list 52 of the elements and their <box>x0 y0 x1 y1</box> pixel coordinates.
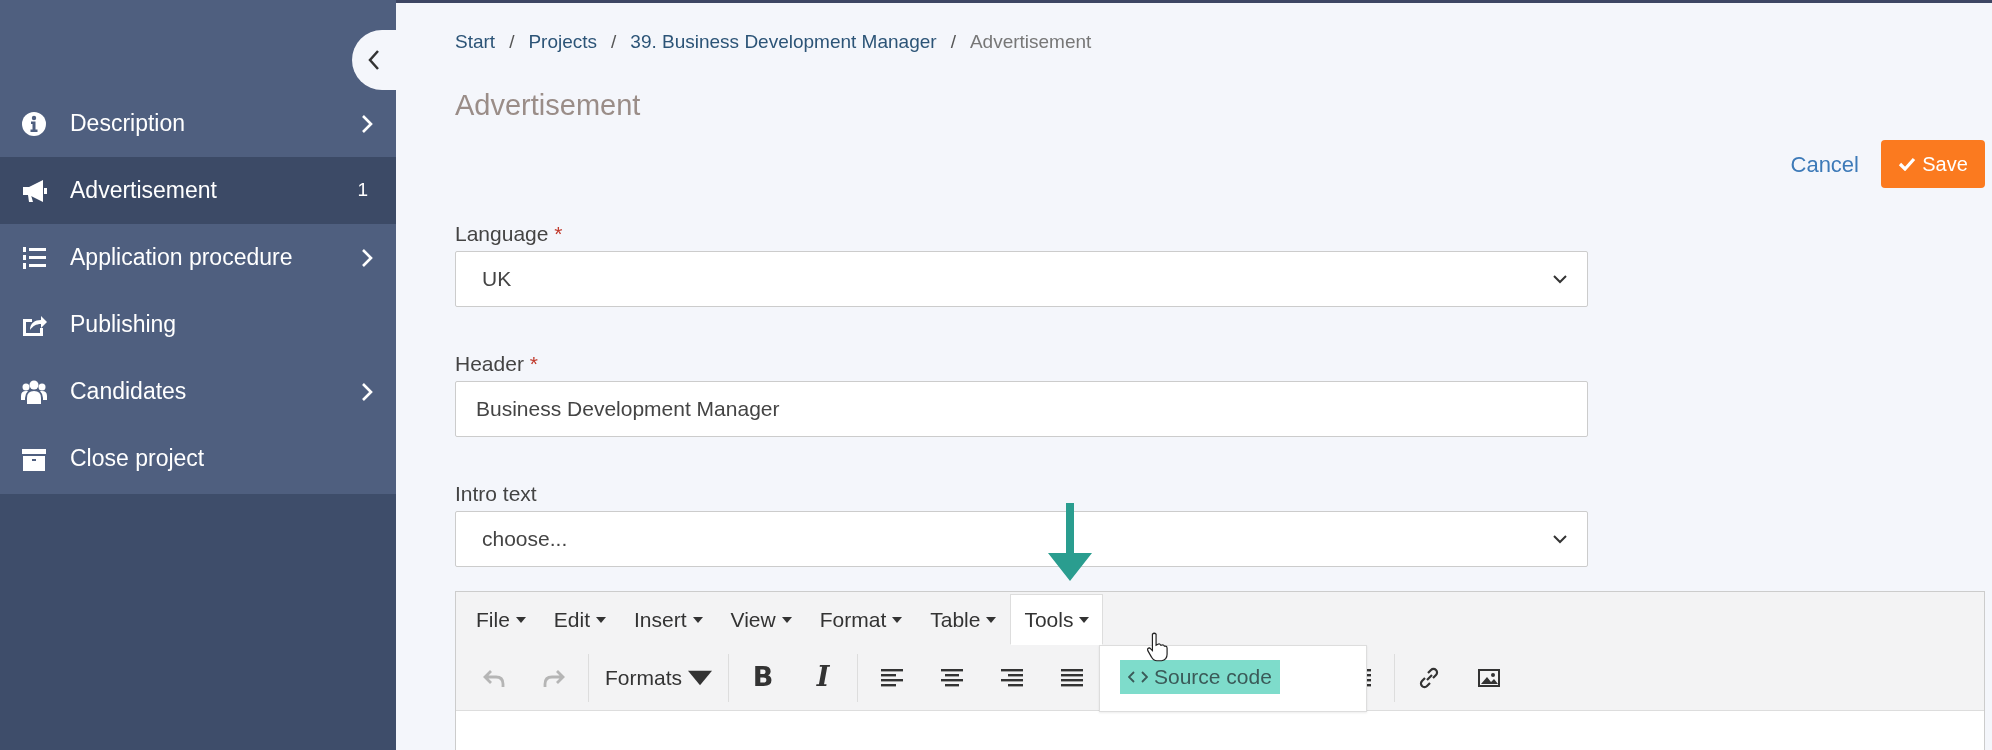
breadcrumb-link[interactable]: Projects <box>528 27 598 57</box>
select-field[interactable]: choose... <box>455 511 1588 567</box>
chevron-left-icon <box>367 49 381 71</box>
menu-item[interactable]: Source code <box>1120 660 1280 694</box>
chevron-down-icon <box>1553 534 1567 544</box>
sidebar-item[interactable]: Publishing <box>0 291 396 358</box>
info-icon <box>20 109 48 138</box>
align-left-icon <box>880 666 904 689</box>
breadcrumb-separator: / <box>509 29 515 54</box>
sidebar-item[interactable]: Advertisement 1 <box>0 157 396 224</box>
breadcrumb-separator: / <box>950 29 956 54</box>
caret-icon <box>1079 616 1090 623</box>
caret-icon <box>781 616 792 623</box>
align-center-icon <box>940 666 964 689</box>
italic-button[interactable]: I <box>793 656 853 699</box>
menu-item[interactable]: Format <box>805 594 917 645</box>
count-label: 1 <box>357 178 368 203</box>
breadcrumb-link[interactable]: 39. Business Development Manager <box>630 27 937 57</box>
sidebar-item[interactable]: Close project <box>0 425 396 492</box>
caret-icon <box>692 616 703 623</box>
sidebar-item[interactable]: Candidates <box>0 358 396 425</box>
justify-icon <box>1060 666 1084 689</box>
menu-item[interactable]: Tools <box>1010 594 1104 645</box>
cancel-link[interactable]: Cancel <box>1790 147 1859 181</box>
field-label: Language * <box>455 221 564 246</box>
sidebar-item[interactable]: Application procedure <box>0 224 396 291</box>
breadcrumb-current: Advertisement <box>969 29 1092 54</box>
field-label: Header * <box>455 351 539 376</box>
caret-icon <box>515 616 526 623</box>
breadcrumb-link[interactable]: Start <box>455 27 496 57</box>
bold-button[interactable]: B <box>733 656 793 699</box>
breadcrumb-separator: / <box>611 29 617 54</box>
sidebar-item[interactable]: Description <box>0 90 396 157</box>
page-title: Advertisement <box>455 88 642 123</box>
menu-item[interactable]: File <box>462 594 540 645</box>
image-icon <box>1477 666 1501 689</box>
field-label: Intro text <box>455 481 538 506</box>
menu-item[interactable]: View <box>716 594 806 645</box>
text-field[interactable]: Business Development Manager <box>455 381 1588 437</box>
align-right-icon <box>1000 666 1024 689</box>
formats-dropdown[interactable]: Formats <box>593 656 724 699</box>
code-icon <box>1128 669 1148 684</box>
chevron-down-icon <box>1553 274 1567 284</box>
check-icon <box>1898 157 1917 171</box>
select-field[interactable]: UK <box>455 251 1588 307</box>
caret-icon <box>596 616 607 623</box>
menu-item[interactable]: Table <box>916 594 1011 645</box>
menu-item[interactable]: Insert <box>620 594 717 645</box>
menu-item[interactable]: Edit <box>539 594 621 645</box>
caret-icon <box>892 616 903 623</box>
caret-icon <box>986 616 997 623</box>
link-icon <box>1417 666 1441 689</box>
